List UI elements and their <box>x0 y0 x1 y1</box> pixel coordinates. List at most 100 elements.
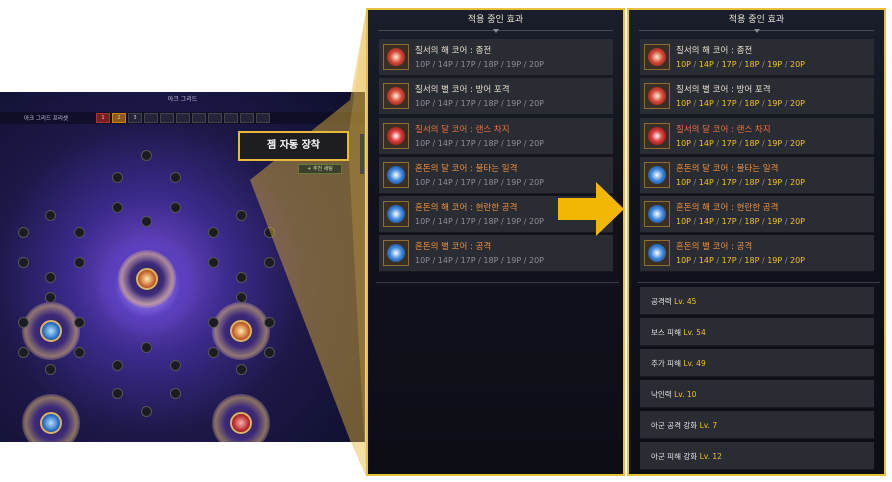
point-threshold: 10P <box>676 217 692 227</box>
core-list: 질서의 해 코어 : 종전 10P / 14P / 17P / 18P / 19P… <box>379 39 613 275</box>
gem-slot[interactable] <box>236 210 247 221</box>
stat-effect-row[interactable]: 아군 공격 강화 Lv. 7 <box>640 411 874 439</box>
core-point-thresholds: 10P / 14P / 17P / 18P / 19P / 20P <box>676 178 805 187</box>
recommend-setting-button[interactable]: + 추천 세팅 <box>298 164 342 174</box>
core-socket-upper-right[interactable] <box>212 302 270 360</box>
gem-slot[interactable] <box>45 210 56 221</box>
core-effect-row[interactable]: 혼돈의 달 코어 : 불타는 일격 10P / 14P / 17P / 18P /… <box>640 156 874 194</box>
gem-slot[interactable] <box>141 150 152 161</box>
point-threshold: 14P <box>698 217 714 227</box>
gem-slot[interactable] <box>112 172 123 183</box>
point-threshold: 19P <box>767 60 783 69</box>
gem-slot[interactable] <box>264 317 275 328</box>
core-effect-row[interactable]: 질서의 달 코어 : 랜스 차지 10P / 14P / 17P / 18P / … <box>640 117 874 155</box>
core-effect-row[interactable]: 질서의 해 코어 : 종전 10P / 14P / 17P / 18P / 19P… <box>379 39 613 76</box>
gem-slot[interactable] <box>208 227 219 238</box>
preset-slot-2[interactable]: 2 <box>112 113 126 123</box>
preset-slot-4[interactable] <box>144 113 158 123</box>
core-socket-top[interactable] <box>118 250 176 308</box>
core-list: 질서의 해 코어 : 종전 10P / 14P / 17P / 18P / 19P… <box>640 39 874 275</box>
core-effect-row[interactable]: 혼돈의 별 코어 : 공격 10P / 14P / 17P / 18P / 19P… <box>640 235 874 273</box>
gem-slot[interactable] <box>208 347 219 358</box>
core-name: 혼돈의 별 코어 : 공격 <box>676 242 753 253</box>
point-threshold: 17P <box>460 138 476 148</box>
stat-level: Lv. 7 <box>699 421 718 430</box>
point-threshold: 20P <box>789 256 805 266</box>
gem-slot[interactable] <box>236 292 247 303</box>
point-threshold: 14P <box>437 138 453 148</box>
gem-slot[interactable] <box>112 388 123 399</box>
core-name: 질서의 달 코어 : 랜스 차지 <box>676 124 771 135</box>
auto-equip-gem-callout[interactable]: 젬 자동 장착 <box>238 131 349 161</box>
gem-slot[interactable] <box>112 202 123 213</box>
point-threshold: 18P <box>744 99 760 109</box>
core-effect-row[interactable]: 질서의 해 코어 : 종전 10P / 14P / 17P / 18P / 19P… <box>640 39 874 76</box>
gem-slot[interactable] <box>45 292 56 303</box>
preset-slot-5[interactable] <box>160 113 174 123</box>
gem-slot[interactable] <box>170 202 181 213</box>
gem-slot[interactable] <box>236 364 247 375</box>
point-threshold: 19P <box>767 217 783 227</box>
core-effect-row[interactable]: 질서의 달 코어 : 랜스 차지 10P / 14P / 17P / 18P / … <box>379 117 613 155</box>
core-socket-lower-right[interactable] <box>212 394 270 442</box>
stat-effect-row[interactable]: 아군 피해 강화 Lv. 12 <box>640 442 874 470</box>
gem-slot[interactable] <box>18 317 29 328</box>
gem-slot[interactable] <box>141 216 152 227</box>
preset-slot-6[interactable] <box>176 113 190 123</box>
preset-slot-11[interactable] <box>256 113 270 123</box>
stat-effect-row[interactable]: 낙인력 Lv. 10 <box>640 380 874 408</box>
core-socket-lower-left[interactable] <box>22 394 80 442</box>
stat-level: Lv. 45 <box>674 297 697 306</box>
core-name: 혼돈의 달 코어 : 불타는 일격 <box>676 163 779 174</box>
core-effect-row[interactable]: 질서의 별 코어 : 방어 포격 10P / 14P / 17P / 18P / … <box>640 78 874 116</box>
stat-effect-row[interactable]: 공격력 Lv. 45 <box>640 287 874 315</box>
point-threshold: 17P <box>721 60 737 69</box>
gem-slot[interactable] <box>18 347 29 358</box>
preset-slot-8[interactable] <box>208 113 222 123</box>
core-socket-upper-left[interactable] <box>22 302 80 360</box>
gem-slot[interactable] <box>74 257 85 268</box>
point-threshold: 17P <box>721 177 737 187</box>
preset-slot-1[interactable]: 1 <box>96 113 110 123</box>
preset-slot-3[interactable]: 3 <box>128 113 142 123</box>
gem-slot[interactable] <box>74 347 85 358</box>
gem-slot[interactable] <box>208 317 219 328</box>
core-effect-row[interactable]: 혼돈의 별 코어 : 공격 10P / 14P / 17P / 18P / 19P… <box>379 235 613 273</box>
gem-slot[interactable] <box>264 227 275 238</box>
point-threshold: 14P <box>698 60 714 69</box>
gem-slot[interactable] <box>45 272 56 283</box>
core-name: 혼돈의 해 코어 : 현란한 공격 <box>676 203 779 214</box>
point-threshold: 19P <box>767 256 783 266</box>
gem-slot[interactable] <box>236 272 247 283</box>
point-threshold: 20P <box>528 60 544 69</box>
core-effect-row[interactable]: 질서의 별 코어 : 방어 포격 10P / 14P / 17P / 18P / … <box>379 78 613 116</box>
gem-slot[interactable] <box>74 227 85 238</box>
gem-slot[interactable] <box>45 364 56 375</box>
stat-effect-row[interactable]: 추가 피해 Lv. 49 <box>640 349 874 377</box>
gem-slot[interactable] <box>264 347 275 358</box>
gem-slot[interactable] <box>170 388 181 399</box>
gem-slot[interactable] <box>141 406 152 417</box>
preset-slot-7[interactable] <box>192 113 206 123</box>
separator: / <box>521 99 529 109</box>
gem-slot[interactable] <box>18 257 29 268</box>
gem-slot[interactable] <box>18 227 29 238</box>
stat-effect-row[interactable]: 보스 피해 Lv. 54 <box>640 318 874 346</box>
gem-slot[interactable] <box>141 342 152 353</box>
preset-slot-9[interactable] <box>224 113 238 123</box>
gem-slot[interactable] <box>208 257 219 268</box>
core-effect-row[interactable]: 혼돈의 해 코어 : 현란한 공격 10P / 14P / 17P / 18P /… <box>640 196 874 234</box>
gem-slot[interactable] <box>264 257 275 268</box>
gem-slot[interactable] <box>74 317 85 328</box>
order-moon-core-icon <box>383 122 409 149</box>
point-threshold: 20P <box>528 256 544 266</box>
preset-slot-10[interactable] <box>240 113 254 123</box>
scrollbar[interactable] <box>360 134 364 174</box>
point-threshold: 20P <box>528 138 544 148</box>
stat-effect-label: 추가 피해 Lv. 49 <box>651 358 706 369</box>
gem-slot[interactable] <box>112 360 123 371</box>
gem-slot[interactable] <box>170 172 181 183</box>
core-point-thresholds: 10P / 14P / 17P / 18P / 19P / 20P <box>676 217 805 226</box>
point-threshold: 18P <box>483 217 499 227</box>
gem-slot[interactable] <box>170 360 181 371</box>
